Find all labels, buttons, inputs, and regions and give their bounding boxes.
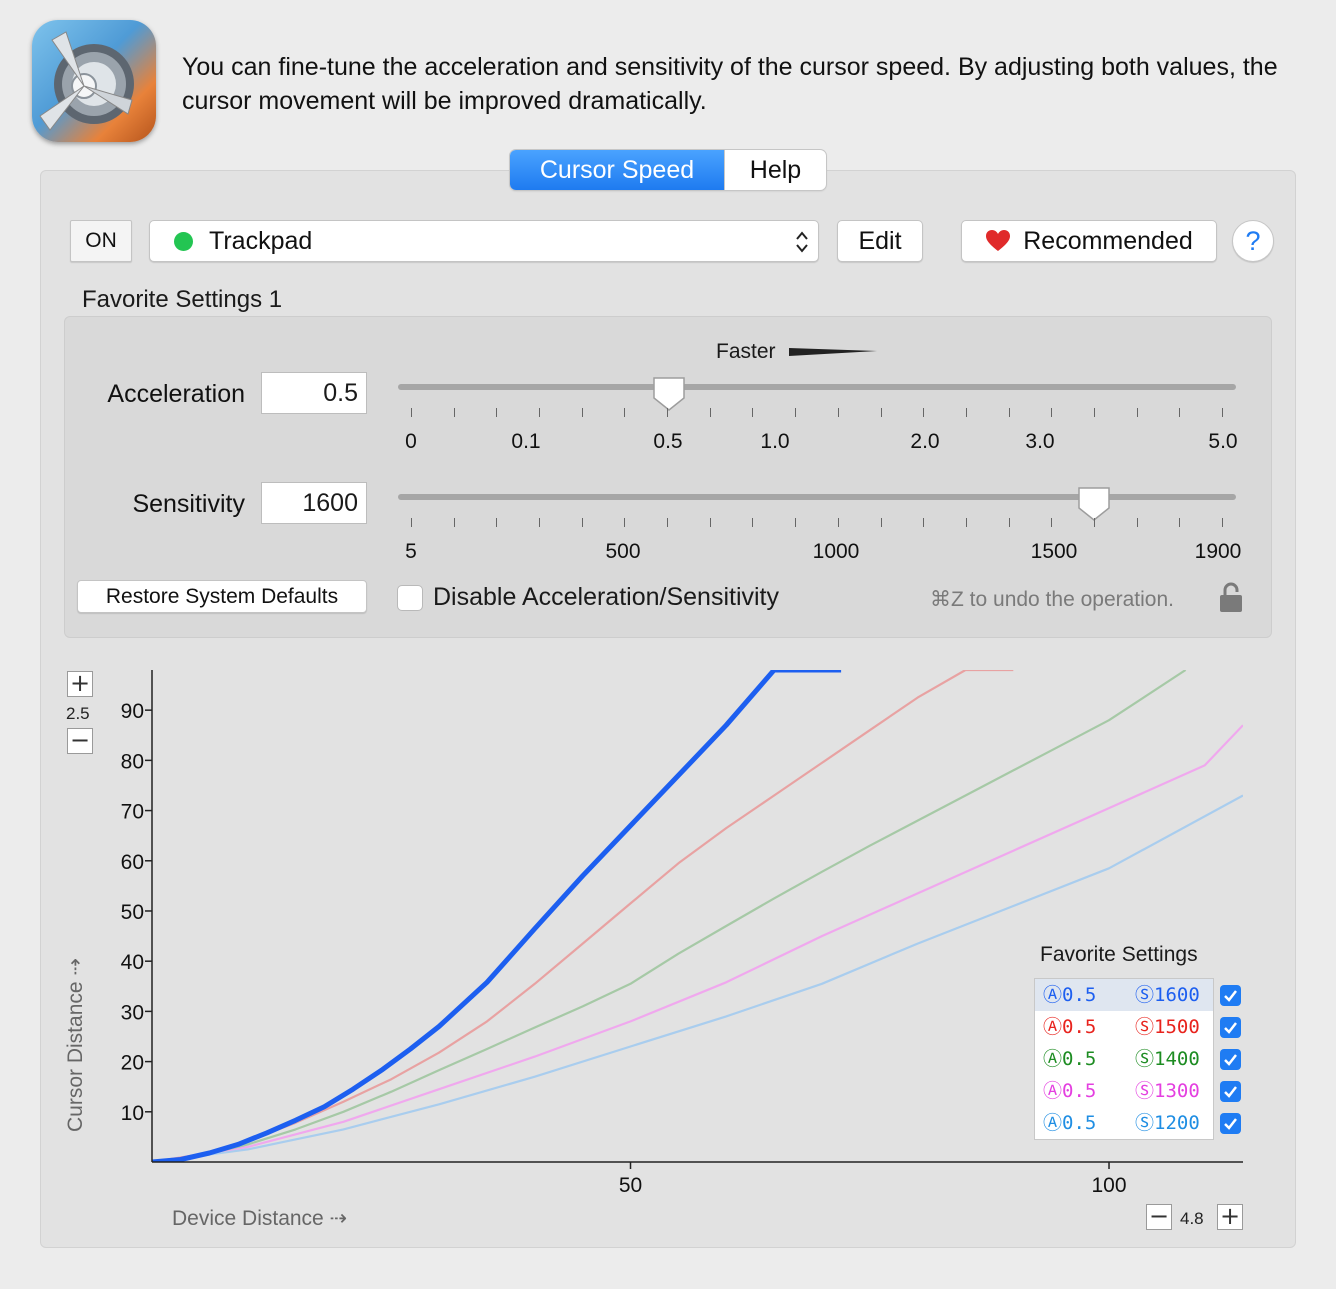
- y-scale-value: 2.5: [66, 704, 90, 723]
- legend-acceleration: Ⓐ0.5: [1043, 984, 1097, 1006]
- legend-sensitivity: Ⓢ1600: [1135, 984, 1200, 1006]
- checkmark-icon: [1224, 1118, 1237, 1130]
- legend-row[interactable]: Ⓐ0.5 Ⓢ1500: [1035, 1011, 1213, 1043]
- legend-acceleration: Ⓐ0.5: [1043, 1016, 1097, 1038]
- checkmark-icon: [1224, 990, 1237, 1002]
- y-tick-label: 70: [121, 801, 144, 824]
- x-zoom-in-button[interactable]: +: [1217, 1204, 1243, 1230]
- x-axis-label: Device Distance ⇢: [172, 1207, 347, 1230]
- legend-row[interactable]: Ⓐ0.5 Ⓢ1300: [1035, 1075, 1213, 1107]
- y-zoom-out-button[interactable]: −: [67, 728, 93, 754]
- y-tick-label: 10: [121, 1102, 144, 1125]
- y-tick-label: 20: [121, 1052, 144, 1075]
- legend-checkbox[interactable]: [1220, 1113, 1241, 1134]
- y-tick-label: 50: [121, 901, 144, 924]
- legend-row[interactable]: Ⓐ0.5 Ⓢ1400: [1035, 1043, 1213, 1075]
- tab-help[interactable]: Help: [724, 150, 826, 190]
- y-axis-label: Cursor Distance ⇢: [64, 958, 87, 1132]
- x-tick-label: 50: [619, 1174, 642, 1197]
- x-zoom-out-button[interactable]: −: [1146, 1204, 1172, 1230]
- favorite-settings-legend: Ⓐ0.5 Ⓢ1600 Ⓐ0.5 Ⓢ1500 Ⓐ0.5 Ⓢ1400 Ⓐ0.5 Ⓢ1300 Ⓐ0.5…: [1034, 978, 1214, 1140]
- y-tick-label: 40: [121, 951, 144, 974]
- legend-checkbox[interactable]: [1220, 1017, 1241, 1038]
- y-tick-label: 30: [121, 1001, 144, 1024]
- legend-row[interactable]: Ⓐ0.5 Ⓢ1600: [1035, 979, 1213, 1011]
- legend-acceleration: Ⓐ0.5: [1043, 1080, 1097, 1102]
- legend-checkbox[interactable]: [1220, 1081, 1241, 1102]
- legend-sensitivity: Ⓢ1400: [1135, 1048, 1200, 1070]
- legend-sensitivity: Ⓢ1200: [1135, 1112, 1200, 1134]
- legend-acceleration: Ⓐ0.5: [1043, 1112, 1097, 1134]
- checkmark-icon: [1224, 1022, 1237, 1034]
- legend-acceleration: Ⓐ0.5: [1043, 1048, 1097, 1070]
- legend-sensitivity: Ⓢ1500: [1135, 1016, 1200, 1038]
- x-scale-value: 4.8: [1180, 1209, 1204, 1228]
- checkmark-icon: [1224, 1086, 1237, 1098]
- checkmark-icon: [1224, 1054, 1237, 1066]
- legend-checkbox[interactable]: [1220, 1049, 1241, 1070]
- y-tick-label: 80: [121, 750, 144, 773]
- y-tick-label: 90: [121, 700, 144, 723]
- legend-row[interactable]: Ⓐ0.5 Ⓢ1200: [1035, 1107, 1213, 1139]
- y-tick-label: 60: [121, 851, 144, 874]
- legend-sensitivity: Ⓢ1300: [1135, 1080, 1200, 1102]
- legend-title: Favorite Settings: [1040, 943, 1198, 966]
- legend-checkbox[interactable]: [1220, 985, 1241, 1006]
- y-zoom-in-button[interactable]: +: [67, 671, 93, 697]
- x-tick-label: 100: [1091, 1174, 1126, 1197]
- tab-bar: Cursor Speed Help: [510, 150, 826, 190]
- tab-cursor-speed[interactable]: Cursor Speed: [510, 150, 724, 190]
